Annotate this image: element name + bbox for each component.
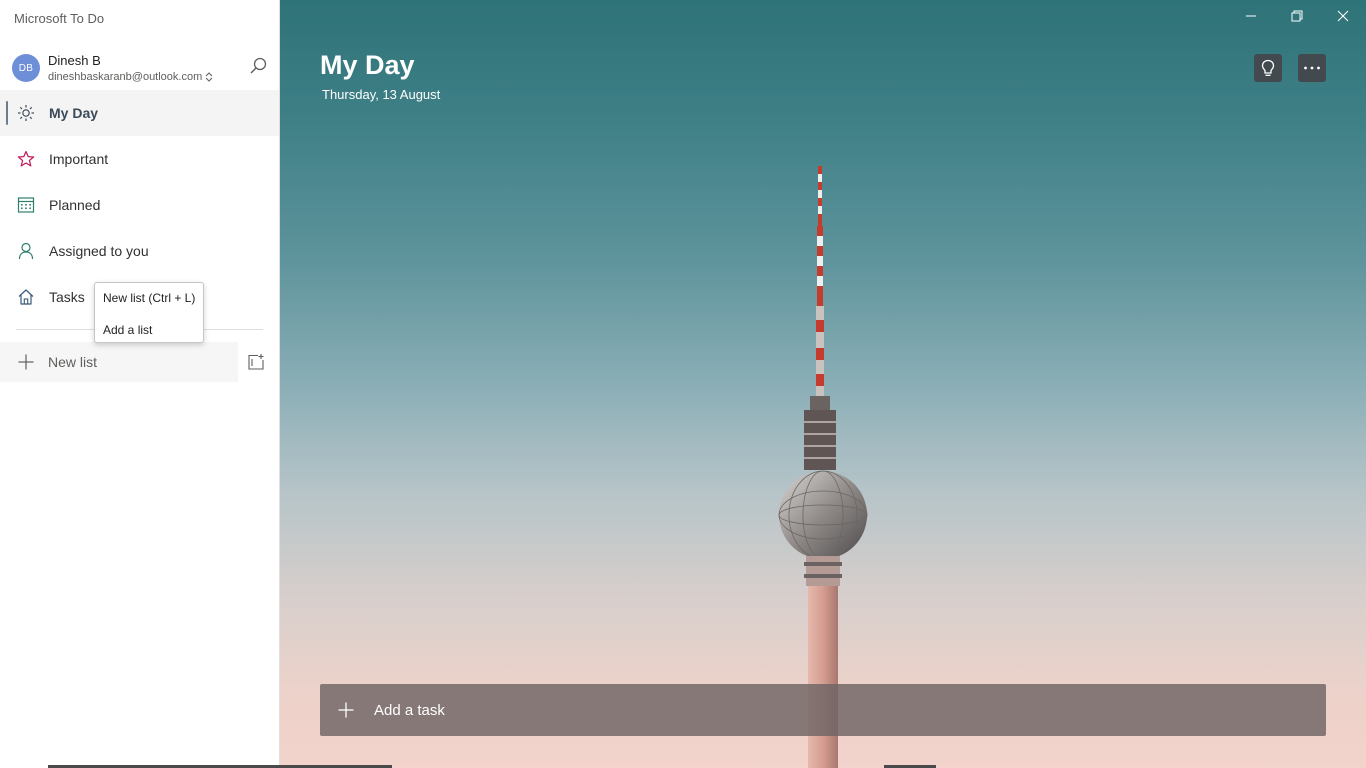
calendar-icon <box>17 196 35 214</box>
plus-icon <box>18 354 34 370</box>
tv-tower-image <box>778 166 868 768</box>
menu-item-new-list[interactable]: New list (Ctrl + L) <box>103 291 195 305</box>
account-email-row[interactable]: dineshbaskaranb@outlook.com <box>48 71 213 83</box>
chevron-updown-icon <box>205 72 213 82</box>
more-icon <box>1304 66 1320 70</box>
page-date: Thursday, 13 August <box>322 87 441 102</box>
minimize-icon <box>1246 15 1256 17</box>
new-group-button[interactable] <box>247 353 265 371</box>
account-email: dineshbaskaranb@outlook.com <box>48 71 203 83</box>
more-options-button[interactable] <box>1298 54 1326 82</box>
plus-icon <box>338 702 354 718</box>
sidebar-item-my-day[interactable]: My Day <box>0 90 279 136</box>
lightbulb-icon <box>1261 59 1275 76</box>
close-icon <box>1337 10 1349 22</box>
suggestions-button[interactable] <box>1254 54 1282 82</box>
new-list-tooltip-menu: New list (Ctrl + L) Add a list <box>94 282 204 343</box>
add-task-placeholder: Add a task <box>374 702 445 719</box>
new-list-button[interactable]: New list <box>0 342 238 382</box>
account-name: Dinesh B <box>48 53 101 68</box>
search-icon <box>250 57 267 74</box>
account-switcher[interactable]: DB Dinesh B dineshbaskaranb@outlook.com <box>12 52 272 86</box>
close-button[interactable] <box>1328 6 1358 26</box>
search-button[interactable] <box>248 56 268 76</box>
main-panel: My Day Thursday, 13 August Add a task <box>280 0 1366 768</box>
restore-button[interactable] <box>1282 6 1312 26</box>
minimize-button[interactable] <box>1236 6 1266 26</box>
page-title: My Day <box>320 50 415 80</box>
sidebar-item-assigned[interactable]: Assigned to you <box>0 228 279 274</box>
sidebar-item-label: My Day <box>49 105 99 121</box>
restore-icon <box>1291 10 1303 22</box>
sidebar-item-planned[interactable]: Planned <box>0 182 279 228</box>
person-icon <box>17 242 35 260</box>
sidebar: Microsoft To Do DB Dinesh B dineshbaskar… <box>0 0 280 768</box>
menu-item-add-list[interactable]: Add a list <box>103 323 152 337</box>
home-icon <box>17 288 35 306</box>
sidebar-item-label: Planned <box>49 197 101 213</box>
app-title: Microsoft To Do <box>14 11 105 26</box>
star-icon <box>17 150 35 168</box>
sun-icon <box>17 104 35 122</box>
avatar[interactable]: DB <box>12 54 40 82</box>
new-list-label: New list <box>48 354 98 370</box>
sidebar-item-label: Tasks <box>49 289 85 305</box>
new-group-icon <box>248 354 264 370</box>
sidebar-item-label: Important <box>49 151 109 167</box>
sidebar-item-label: Assigned to you <box>49 243 149 259</box>
add-task-input[interactable]: Add a task <box>320 684 1326 736</box>
sidebar-item-important[interactable]: Important <box>0 136 279 182</box>
